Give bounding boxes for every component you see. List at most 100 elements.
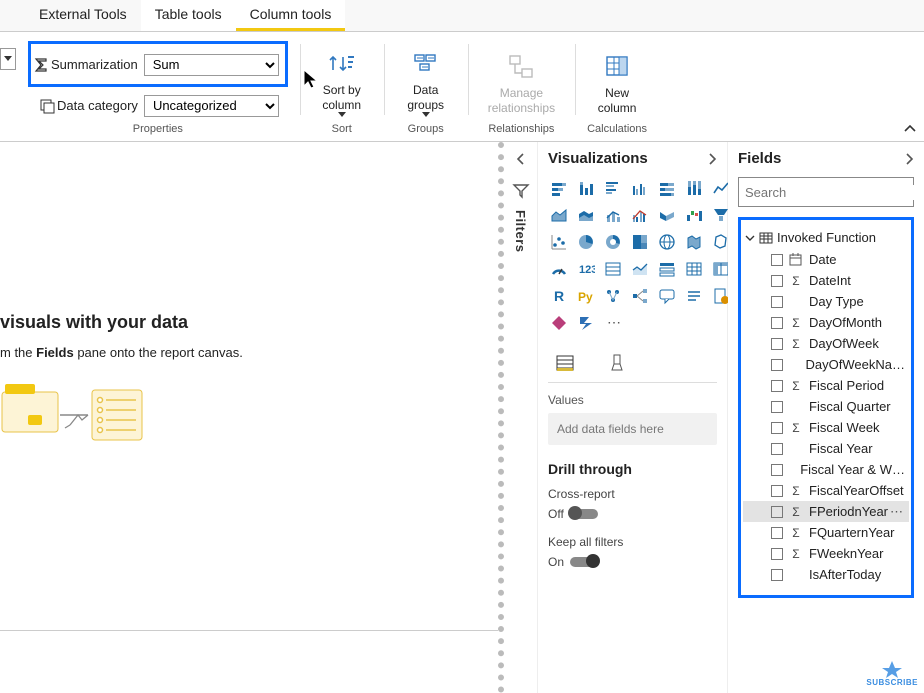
viz-py[interactable]: Py [575, 285, 597, 307]
field-checkbox[interactable] [771, 464, 783, 476]
field-item[interactable]: ΣDateInt [743, 270, 909, 291]
viz-fields-tab[interactable] [554, 352, 576, 374]
ribbon-collapse-button[interactable] [904, 125, 916, 133]
viz-decomposition[interactable] [629, 285, 651, 307]
field-checkbox[interactable] [771, 275, 783, 287]
viz-powerapps[interactable] [548, 312, 570, 334]
field-item[interactable]: Fiscal Year & W… [743, 459, 909, 480]
viz-narrative[interactable] [683, 285, 705, 307]
fields-collapse-button[interactable] [904, 152, 914, 166]
field-checkbox[interactable] [771, 569, 783, 581]
field-item[interactable]: Fiscal Quarter [743, 396, 909, 417]
field-item[interactable]: ΣFiscal Week [743, 417, 909, 438]
viz-area[interactable] [548, 204, 570, 226]
data-category-select[interactable]: Uncategorized [144, 95, 279, 117]
viz-key-influencers[interactable] [602, 285, 624, 307]
keep-filters-toggle[interactable]: On [548, 555, 717, 569]
viz-line-clustered-column[interactable] [629, 204, 651, 226]
field-name-label: FQuarternYear [809, 525, 895, 540]
viz-100-stacked-column[interactable] [683, 177, 705, 199]
tab-table-tools[interactable]: Table tools [141, 0, 236, 31]
new-column-label: New column [598, 86, 637, 115]
field-name-label: Date [809, 252, 836, 267]
field-checkbox[interactable] [771, 422, 783, 434]
field-checkbox[interactable] [771, 485, 783, 497]
viz-qa[interactable] [656, 285, 678, 307]
viz-card[interactable]: 123 [575, 258, 597, 280]
visualizations-collapse-button[interactable] [707, 152, 717, 166]
field-item[interactable]: DayOfWeekNa… [743, 354, 909, 375]
viz-clustered-column[interactable] [629, 177, 651, 199]
field-checkbox[interactable] [771, 527, 783, 539]
field-item[interactable]: ΣFiscal Period [743, 375, 909, 396]
viz-ribbon[interactable] [656, 204, 678, 226]
viz-gauge[interactable] [548, 258, 570, 280]
viz-kpi[interactable] [629, 258, 651, 280]
viz-stacked-bar[interactable] [548, 177, 570, 199]
field-item[interactable]: Day Type [743, 291, 909, 312]
field-item[interactable]: ΣFWeeknYear [743, 543, 909, 564]
field-item[interactable]: ΣDayOfWeek [743, 333, 909, 354]
viz-slicer[interactable] [656, 258, 678, 280]
tab-external-tools[interactable]: External Tools [25, 0, 141, 31]
field-checkbox[interactable] [771, 296, 783, 308]
summarization-select[interactable]: Sum [144, 54, 279, 76]
field-checkbox[interactable] [771, 254, 783, 266]
viz-format-tab[interactable] [606, 352, 628, 374]
field-item[interactable]: ΣFPeriodnYear [743, 501, 909, 522]
fields-search-input[interactable] [745, 185, 921, 200]
viz-treemap[interactable] [629, 231, 651, 253]
subscribe-badge[interactable]: SUBSCRIBE [866, 656, 918, 687]
field-checkbox[interactable] [771, 317, 783, 329]
viz-table[interactable] [683, 258, 705, 280]
field-item[interactable]: Date [743, 249, 909, 270]
tab-column-tools[interactable]: Column tools [236, 0, 346, 31]
data-groups-button[interactable]: Data groups [396, 41, 456, 122]
viz-clustered-bar[interactable] [602, 177, 624, 199]
viz-waterfall[interactable] [683, 204, 705, 226]
field-name-label: Fiscal Period [809, 378, 884, 393]
filters-expand-button[interactable] [516, 152, 526, 166]
report-canvas[interactable]: visuals with your data m the Fields pane… [0, 142, 504, 693]
new-column-button[interactable]: New column [587, 44, 647, 119]
field-item[interactable]: IsAfterToday [743, 564, 909, 585]
field-checkbox[interactable] [771, 443, 783, 455]
field-checkbox[interactable] [771, 548, 783, 560]
field-name-label: Fiscal Year & W… [800, 462, 905, 477]
viz-100-stacked-bar[interactable] [656, 177, 678, 199]
viz-scatter[interactable] [548, 231, 570, 253]
field-item[interactable]: ΣDayOfMonth [743, 312, 909, 333]
viz-stacked-column[interactable] [575, 177, 597, 199]
viz-powerautomate[interactable] [575, 312, 597, 334]
canvas-hint: visuals with your data m the Fields pane… [0, 312, 243, 450]
name-dropdown-cutoff[interactable] [0, 48, 16, 70]
field-name-label: DateInt [809, 273, 851, 288]
viz-get-more[interactable]: ⋯ [602, 312, 624, 334]
viz-filled-map[interactable] [683, 231, 705, 253]
ribbon-group-groups: Data groups Groups [384, 32, 468, 141]
values-dropzone[interactable]: Add data fields here [548, 413, 717, 445]
viz-stacked-area[interactable] [575, 204, 597, 226]
field-name-label: FPeriodnYear [809, 504, 888, 519]
viz-map[interactable] [656, 231, 678, 253]
field-checkbox[interactable] [771, 506, 783, 518]
field-checkbox[interactable] [771, 401, 783, 413]
field-item[interactable]: ΣFQuarternYear [743, 522, 909, 543]
viz-donut[interactable] [602, 231, 624, 253]
field-checkbox[interactable] [771, 359, 783, 371]
table-node-invoked-function[interactable]: Invoked Function [743, 226, 909, 249]
viz-multi-card[interactable] [602, 258, 624, 280]
field-item[interactable]: Fiscal Year [743, 438, 909, 459]
viz-pie[interactable] [575, 231, 597, 253]
field-item[interactable]: ΣFiscalYearOffset [743, 480, 909, 501]
fields-pane: Fields Invoked Function DateΣDateIntDay … [728, 142, 924, 693]
cross-report-toggle[interactable]: Off [548, 507, 717, 521]
field-checkbox[interactable] [771, 338, 783, 350]
manage-relationships-button[interactable]: Manage relationships [480, 44, 563, 119]
viz-line-stacked-column[interactable] [602, 204, 624, 226]
sort-by-column-button[interactable]: Sort by column [312, 41, 372, 122]
field-checkbox[interactable] [771, 380, 783, 392]
viz-r[interactable]: R [548, 285, 570, 307]
fields-search[interactable] [738, 177, 914, 207]
drill-through-header: Drill through [548, 461, 717, 477]
